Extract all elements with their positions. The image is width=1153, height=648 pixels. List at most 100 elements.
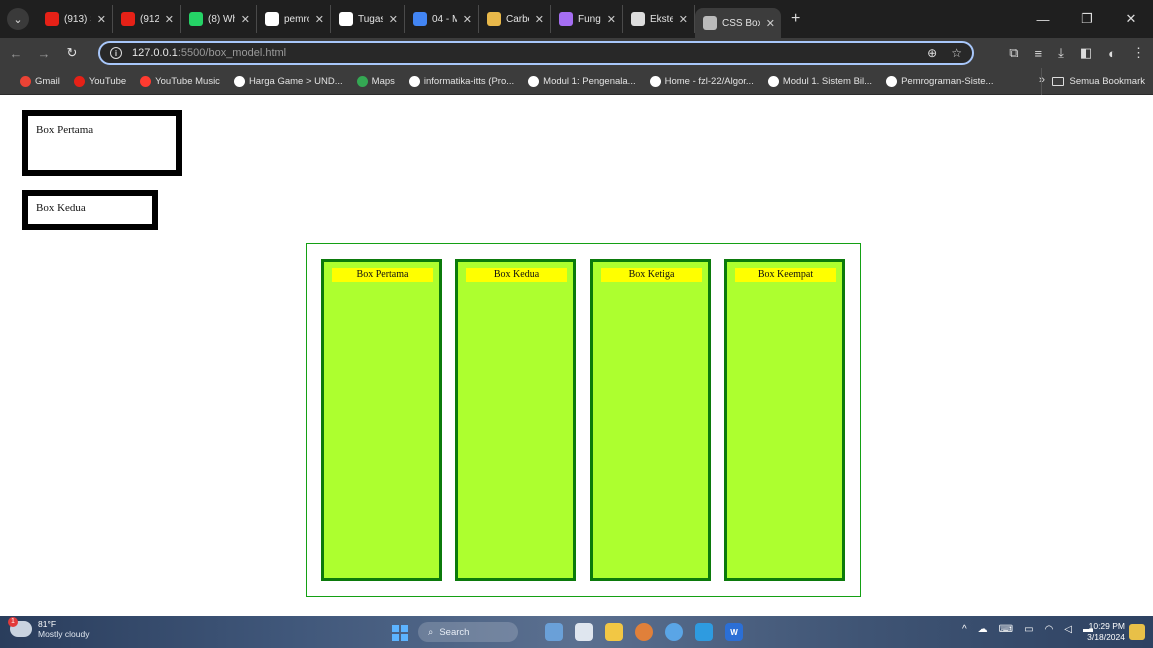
close-icon[interactable]: ✕ [1109,11,1153,27]
clock-time: 10:29 PM [1088,621,1125,631]
widgets-icon[interactable] [545,623,563,641]
browser-tab[interactable]: TugasRum ✕ [331,5,405,33]
tab-close-icon[interactable]: ✕ [463,13,472,26]
tab-close-icon[interactable]: ✕ [389,13,398,26]
chrome-profile-icon[interactable] [665,623,683,641]
all-bookmarks-label: Semua Bookmark [1069,76,1145,87]
bookmark-item[interactable]: Modul 1. Sistem Bil... [767,75,872,87]
word-icon[interactable]: W [725,623,743,641]
bookmark-list: Gmail YouTube YouTube Music Harga Game > UN… [20,75,1007,87]
page-viewport: Box Pertama Box Kedua Box Pertama Box Ke… [0,96,1153,616]
bookmark-favicon-icon [73,75,85,87]
tab-close-icon[interactable]: ✕ [315,13,324,26]
display-icon[interactable]: ▭ [1024,624,1033,635]
bookmark-label: Pemrograman-Siste... [901,75,994,87]
column-label: Box Kedua [466,268,567,282]
restore-icon[interactable]: ❐ [1065,11,1109,27]
search-label: Search [439,626,470,638]
weather-desc: Mostly cloudy [38,629,90,639]
browser-tab[interactable]: Fungsi Kal ✕ [551,5,623,33]
bookmark-favicon-icon [356,75,368,87]
all-bookmarks-button[interactable]: Semua Bookmark [1041,68,1145,95]
bookmark-item[interactable]: Maps [356,75,395,87]
puzzle-icon [631,12,645,26]
vscode-icon[interactable] [695,623,713,641]
bookmark-favicon-icon [886,75,898,87]
bookmark-item[interactable]: Harga Game > UND... [233,75,343,87]
tab-close-icon[interactable]: ✕ [535,13,544,26]
browser-tab[interactable]: (8) WhatsA ✕ [181,5,257,33]
browser-tab[interactable]: (912) T ✕ [113,5,181,33]
browser-tab[interactable]: pemrogra ✕ [257,5,331,33]
folder-icon [1052,77,1065,86]
bookmark-item[interactable]: Pemrograman-Siste... [886,75,994,87]
column-box-2: Box Kedua [455,259,576,581]
file-explorer-icon[interactable] [605,623,623,641]
tab-close-icon[interactable]: ✕ [165,13,174,26]
tab-search-icon[interactable]: ⌄ [7,8,29,30]
url-host: 127.0.0.1 [132,47,178,59]
bookmark-item[interactable]: Home - fzl-22/Algor... [649,75,754,87]
tab-close-icon[interactable]: ✕ [679,13,688,26]
weather-temp: 81°F [38,619,57,629]
forward-icon[interactable]: → [32,46,56,61]
browser-tab[interactable]: CSS Box M ✕ [695,8,781,38]
bookmark-star-icon[interactable]: ☆ [951,46,962,60]
zoom-icon[interactable]: ⊕ [927,46,937,60]
tab-title: Carbon | C [506,13,529,25]
github-icon [265,12,279,26]
tab-close-icon[interactable]: ✕ [97,13,106,26]
chrome-icon[interactable] [635,623,653,641]
bookmark-favicon-icon [767,75,779,87]
minimize-icon[interactable]: — [1021,12,1065,27]
column-box-3: Box Ketiga [590,259,711,581]
windows-taskbar: 1 81°F Mostly cloudy ⌕ Search W ^ ☁ ⌨ ▭ … [0,616,1153,648]
browser-tab[interactable]: Carbon | C ✕ [479,5,551,33]
bookmark-favicon-icon [20,75,31,87]
bookmark-item[interactable]: YouTube [73,75,126,87]
tab-close-icon[interactable]: ✕ [241,13,250,26]
tab-close-icon[interactable]: ✕ [607,13,616,26]
reload-icon[interactable]: ↻ [60,45,84,61]
column-container: Box Pertama Box Kedua Box Ketiga Box Kee… [306,243,861,597]
bookmark-favicon-icon [649,75,661,87]
task-view-icon[interactable] [575,623,593,641]
bookmark-label: Home - fzl-22/Algor... [664,75,754,87]
address-bar[interactable]: i 127.0.0.1:5500/box_model.html ⊕ ☆ [98,41,974,65]
taskbar-search[interactable]: ⌕ Search [418,622,518,642]
tray-chevron-icon[interactable]: ^ [962,624,967,635]
tab-close-icon[interactable]: ✕ [766,17,775,30]
bookmark-item[interactable]: Gmail [20,75,60,87]
tab-strip: ⌄ (913) Subs✕(912) T✕(8) WhatsA✕pemrogra… [0,0,1153,38]
gemini-icon [559,12,573,26]
bookmark-label: Gmail [35,75,60,87]
bookmark-label: Modul 1: Pengenala... [543,75,636,87]
tab-title: Ekstensi [650,13,673,25]
new-tab-button[interactable]: + [791,10,800,28]
download-icon[interactable]: ⤓ [1058,45,1064,61]
browser-tab[interactable]: (913) Subs ✕ [37,5,113,33]
extensions-icon[interactable]: ⧉ [1009,45,1018,61]
box-pertama-label: Box Pertama [36,124,94,136]
notification-icon[interactable] [1129,624,1145,640]
bookmark-item[interactable]: informatika-itts (Pro... [408,75,514,87]
menu-icon[interactable]: ⋮ [1132,45,1145,61]
back-icon[interactable]: ← [4,46,28,61]
profile-icon[interactable]: ◐ [1108,46,1116,61]
wifi-icon[interactable]: ◠ [1045,624,1054,635]
weather-widget[interactable]: 1 81°F Mostly cloudy [8,617,90,639]
side-panel-icon[interactable]: ◧ [1080,45,1092,61]
browser-tab[interactable]: 04 - MHJ ✕ [405,5,479,33]
volume-icon[interactable]: ◁ [1064,624,1072,635]
tray-app-icon[interactable]: ☁ [978,624,988,635]
browser-tab[interactable]: Ekstensi ✕ [623,5,695,33]
search-icon: ⌕ [428,626,434,638]
bookmark-favicon-icon [408,75,420,87]
site-info-icon[interactable]: i [110,47,122,59]
clock[interactable]: 10:29 PM 3/18/2024 [1087,621,1125,643]
keyboard-icon[interactable]: ⌨ [999,624,1013,635]
reading-list-icon[interactable]: ≡ [1035,46,1043,61]
bookmark-item[interactable]: YouTube Music [140,75,220,87]
windows-start-icon[interactable] [392,625,408,641]
bookmark-item[interactable]: Modul 1: Pengenala... [528,75,636,87]
